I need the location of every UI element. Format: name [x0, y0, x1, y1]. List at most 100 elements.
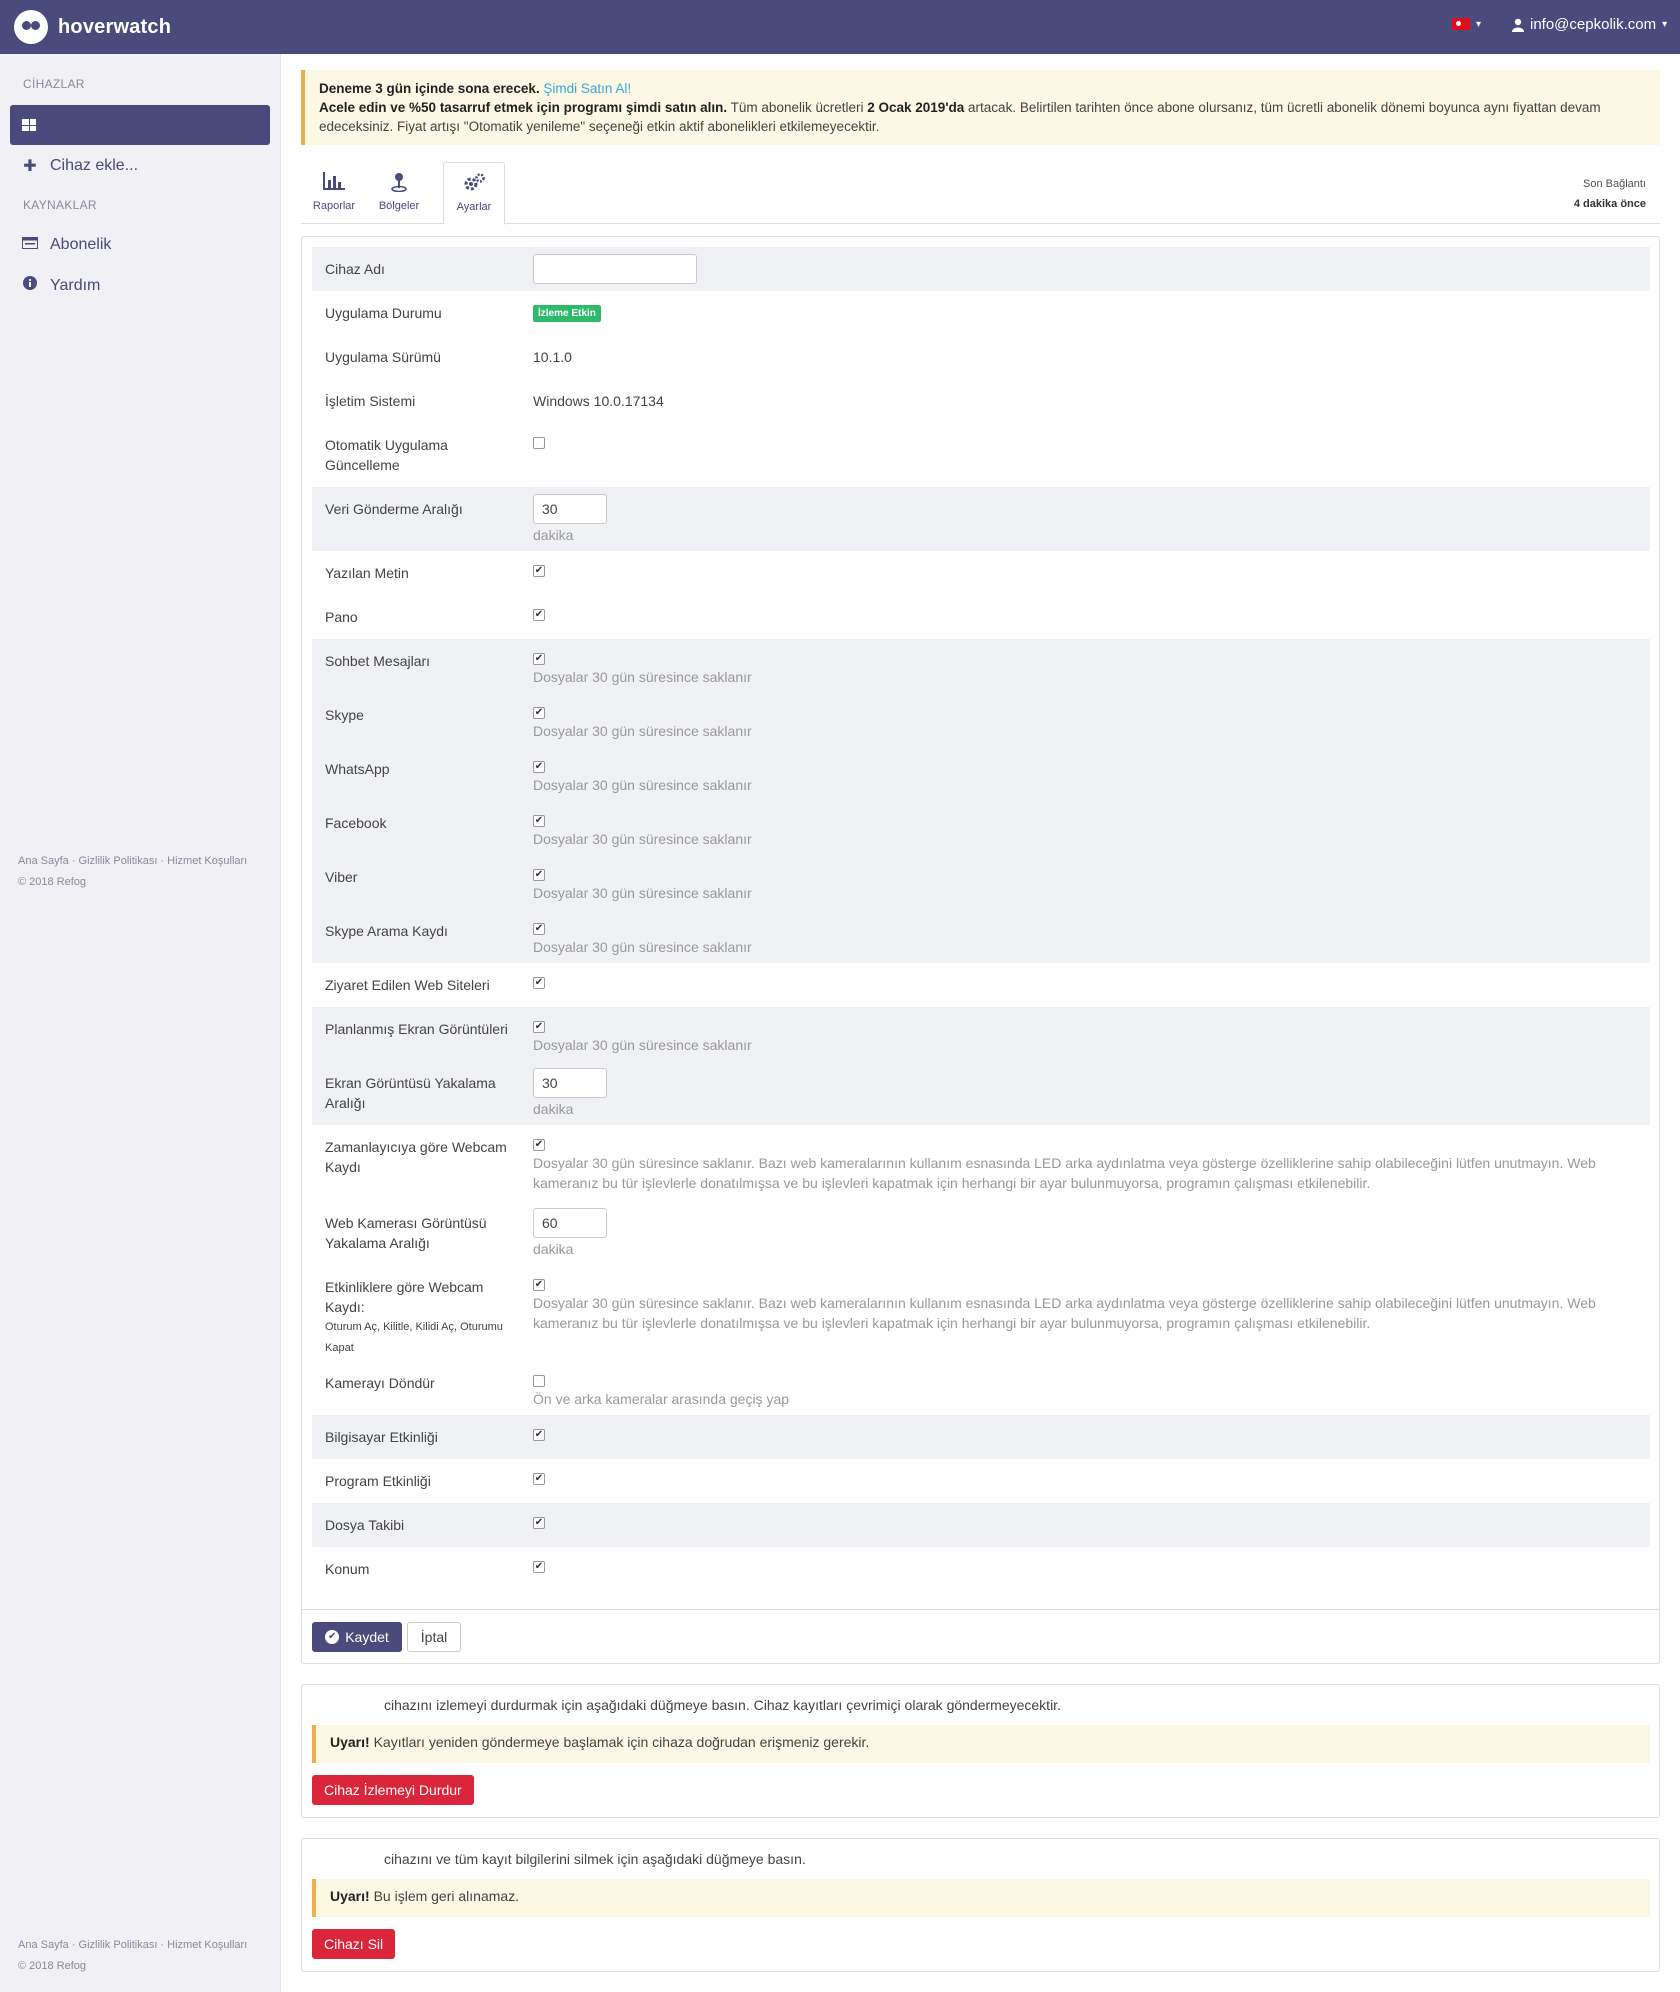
facebook-checkbox[interactable]: ✔: [533, 815, 545, 827]
tab-reports[interactable]: Raporlar: [303, 162, 365, 224]
file-tracking-checkbox[interactable]: ✔: [533, 1517, 545, 1529]
sidebar-footer: Ana Sayfa · Gizlilik Politikası · Hizmet…: [18, 851, 247, 893]
copyright: © 2018 Refog: [18, 1960, 87, 1972]
user-menu[interactable]: info@cepkolik.com ▾: [1512, 16, 1667, 33]
windows-icon: [22, 119, 36, 131]
setting-label: Veri Gönderme Aralığı: [325, 501, 463, 517]
skype-checkbox[interactable]: ✔: [533, 707, 545, 719]
os-value: Windows 10.0.17134: [533, 393, 664, 409]
screenshots-checkbox[interactable]: ✔: [533, 1021, 545, 1033]
setting-label: Web Kamerası Görüntüsü Yakalama Aralığı: [325, 1215, 487, 1251]
stop-monitoring-text: cihazını izlemeyi durdurmak için aşağıda…: [384, 1697, 1061, 1713]
setting-row-webcam-interval: Web Kamerası Görüntüsü Yakalama Aralığı …: [312, 1201, 1650, 1265]
sidebar: CİHAZLAR ✚ Cihaz ekle... KAYNAKLAR Abone…: [0, 54, 281, 1992]
tab-label: Raporlar: [312, 200, 356, 212]
cancel-button[interactable]: İptal: [407, 1622, 461, 1652]
sidebar-item-subscription[interactable]: Abonelik: [22, 236, 111, 254]
stop-monitoring-button[interactable]: Cihaz İzlemeyi Durdur: [312, 1775, 474, 1805]
auto-update-checkbox[interactable]: [533, 437, 545, 449]
tab-settings[interactable]: Ayarlar: [443, 162, 505, 225]
setting-label: Ziyaret Edilen Web Siteleri: [325, 977, 490, 993]
devices-heading: CİHAZLAR: [23, 77, 85, 91]
sidebar-item-label: Yardım: [50, 276, 101, 294]
webcam-timer-checkbox[interactable]: ✔: [533, 1139, 545, 1151]
viber-checkbox[interactable]: ✔: [533, 869, 545, 881]
setting-row-viber: Viber ✔ Dosyalar 30 gün süresince saklan…: [312, 855, 1650, 909]
webcam-events-checkbox[interactable]: ✔: [533, 1279, 545, 1291]
setting-label: Konum: [325, 1561, 370, 1577]
setting-row-file-tracking: Dosya Takibi ✔: [312, 1503, 1650, 1547]
setting-label: Ekran Görüntüsü Yakalama Aralığı: [325, 1075, 496, 1111]
sidebar-item-label: Abonelik: [50, 236, 112, 253]
setting-row-whatsapp: WhatsApp ✔ Dosyalar 30 gün süresince sak…: [312, 747, 1650, 801]
user-icon: [1512, 18, 1524, 32]
unit-label: dakika: [533, 527, 574, 543]
sidebar-item-help[interactable]: Yardım: [22, 276, 100, 295]
chat-checkbox[interactable]: ✔: [533, 653, 545, 665]
setting-label: Uygulama Sürümü: [325, 349, 441, 365]
setting-label: Planlanmış Ekran Görüntüleri: [325, 1021, 508, 1037]
stop-monitoring-panel: cihazını izlemeyi durdurmak için aşağıda…: [301, 1684, 1660, 1818]
last-connection-value: 4 dakika önce: [1573, 198, 1646, 210]
location-checkbox[interactable]: ✔: [533, 1561, 545, 1573]
rotate-camera-checkbox[interactable]: [533, 1375, 545, 1387]
setting-label: Cihaz Adı: [325, 261, 385, 277]
save-label: Kaydet: [345, 1629, 389, 1645]
delete-device-button[interactable]: Cihazı Sil: [312, 1929, 396, 1959]
check-circle-icon: ✔: [325, 1630, 340, 1644]
webcam-interval-input[interactable]: [533, 1208, 607, 1238]
promo-text-a: Tüm abonelik ücretleri: [730, 100, 864, 115]
setting-row-chat: Sohbet Mesajları ✔ Dosyalar 30 gün süres…: [312, 639, 1650, 693]
files-kept-note: Dosyalar 30 gün süresince saklanır: [533, 777, 752, 793]
websites-checkbox[interactable]: ✔: [533, 977, 545, 989]
footer-links[interactable]: Ana Sayfa · Gizlilik Politikası · Hizmet…: [18, 1935, 247, 1956]
plus-icon: ✚: [23, 158, 37, 175]
app-version-value: 10.1.0: [533, 349, 572, 365]
save-button[interactable]: ✔ Kaydet: [312, 1622, 402, 1652]
info-icon: [22, 276, 38, 295]
brand-name: hoverwatch: [58, 15, 172, 38]
webcam-events-small: Oturum Aç, Kilitle, Kilidi Aç, Oturumu K…: [325, 1321, 503, 1354]
pc-activity-checkbox[interactable]: ✔: [533, 1429, 545, 1441]
whatsapp-checkbox[interactable]: ✔: [533, 761, 545, 773]
device-name-input[interactable]: [533, 254, 697, 284]
setting-label: Viber: [325, 869, 358, 885]
location-icon: [368, 172, 430, 194]
footer-links[interactable]: Ana Sayfa · Gizlilik Politikası · Hizmet…: [18, 851, 247, 872]
setting-label: Skype Arama Kaydı: [325, 923, 448, 939]
rotate-camera-note: Ön ve arka kameralar arasında geçiş yap: [533, 1391, 790, 1407]
tab-regions[interactable]: Bölgeler: [368, 162, 430, 224]
clipboard-checkbox[interactable]: ✔: [533, 609, 545, 621]
trial-alert: Deneme 3 gün içinde sona erecek. Şimdi S…: [301, 70, 1660, 145]
setting-label: Facebook: [325, 815, 387, 831]
setting-label: Program Etkinliği: [325, 1473, 431, 1489]
warning-text: Bu işlem geri alınamaz.: [373, 1888, 520, 1904]
last-connection-label: Son Bağlantı: [1583, 178, 1646, 190]
setting-row-typed-text: Yazılan Metin ✔: [312, 551, 1650, 595]
interval-input[interactable]: [533, 494, 607, 524]
unit-label: dakika: [533, 1101, 574, 1117]
brand-logo[interactable]: hoverwatch: [14, 8, 171, 46]
trial-expire-text: Deneme 3 gün içinde sona erecek.: [319, 81, 540, 96]
typed-text-checkbox[interactable]: ✔: [533, 565, 545, 577]
stop-warning: Uyarı! Kayıtları yeniden göndermeye başl…: [312, 1725, 1650, 1763]
user-email: info@cepkolik.com: [1530, 16, 1657, 33]
warning-title: Uyarı!: [330, 1734, 370, 1750]
program-activity-checkbox[interactable]: ✔: [533, 1473, 545, 1485]
subscription-icon: [22, 236, 38, 254]
sidebar-device-windows[interactable]: [10, 105, 270, 145]
setting-row-device-name: Cihaz Adı: [312, 247, 1650, 291]
webcam-note: Dosyalar 30 gün süresince saklanır. Bazı…: [533, 1295, 1596, 1331]
skype-call-checkbox[interactable]: ✔: [533, 923, 545, 935]
top-navbar: hoverwatch ▾ info@cepkolik.com ▾: [0, 0, 1680, 54]
screenshot-interval-input[interactable]: [533, 1068, 607, 1098]
setting-row-interval: Veri Gönderme Aralığı dakika: [312, 487, 1650, 551]
webcam-events-label: Etkinliklere göre Webcam Kaydı:: [325, 1279, 484, 1315]
language-selector[interactable]: ▾: [1452, 18, 1481, 30]
buy-now-link[interactable]: Şimdi Satın Al!: [543, 81, 631, 96]
add-device-link[interactable]: ✚ Cihaz ekle...: [22, 156, 138, 176]
setting-label: Otomatik Uygulama Güncelleme: [325, 437, 448, 473]
chevron-down-icon: ▾: [1476, 18, 1482, 30]
setting-row-os: İşletim Sistemi Windows 10.0.17134: [312, 379, 1650, 423]
status-badge: İzleme Etkin: [533, 305, 601, 322]
